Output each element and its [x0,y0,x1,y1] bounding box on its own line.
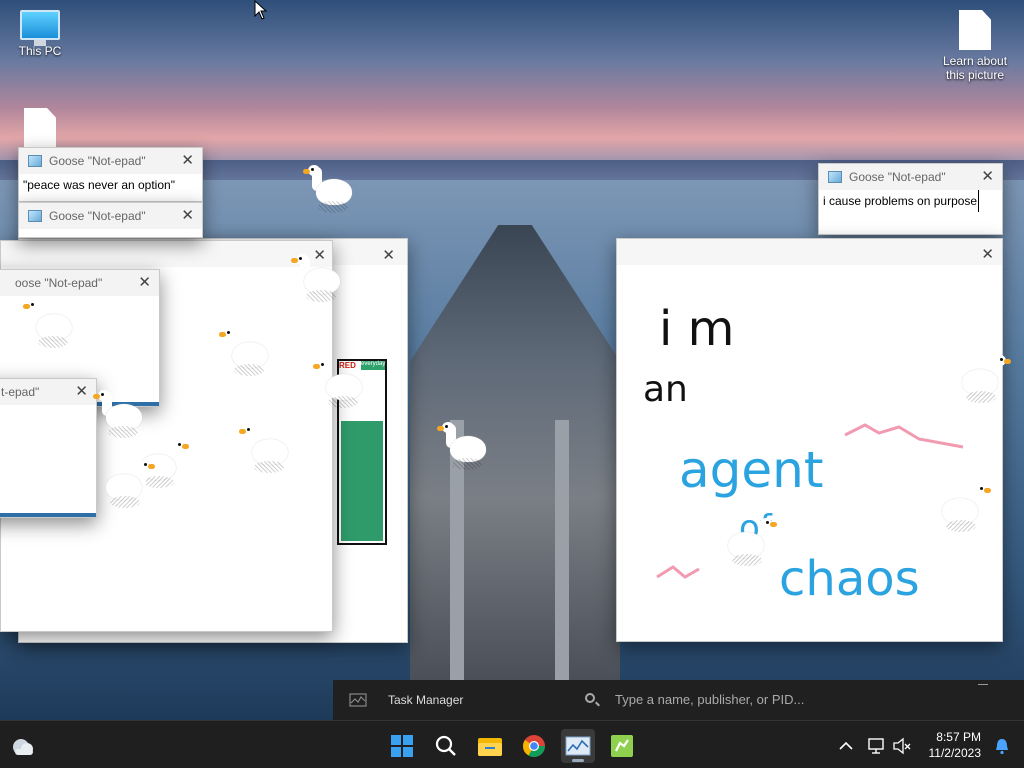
window-titlebar[interactable]: Goose "Not-epad" ✕ [19,148,202,174]
bell-icon [996,739,1008,755]
window-title: Goose "Not-epad" [49,209,146,223]
desktop-icon-this-pc[interactable]: This PC [0,10,80,58]
chevron-up-icon [839,741,853,750]
chrome-icon [523,735,545,757]
drawing-scribble-pink [656,565,700,579]
clock-date: 11/2/2023 [928,746,982,760]
goose-app-icon [611,735,633,757]
notepad-window-2[interactable]: Goose "Not-epad" ✕ [18,202,203,238]
weather-cloud-icon [13,739,33,755]
document-icon [24,108,56,148]
goose-sprite[interactable] [291,254,342,306]
minimize-icon[interactable] [978,684,988,685]
volume-button[interactable] [885,729,919,763]
goose-sprite[interactable] [239,425,290,477]
window-titlebar[interactable]: oose "Not-epad" ✕ [0,270,159,296]
search-icon [585,693,595,703]
notepad-window-3[interactable]: Goose "Not-epad" ✕ i cause problems on p… [818,163,1003,235]
goose-drawing-window[interactable]: ✕ i m an agent of chaos [616,238,1003,642]
window-title: Goose "Not-epad" [849,170,946,184]
comic-illustration [341,421,383,541]
notepad-text[interactable]: i cause problems on purpose [819,190,980,212]
clock-time: 8:57 PM [936,730,981,744]
search-placeholder: Type a name, publisher, or PID... [615,692,805,707]
search-icon [435,735,456,756]
close-icon[interactable]: ✕ [138,270,151,296]
close-icon[interactable]: ✕ [981,164,994,190]
network-icon [868,738,884,754]
goose-sprite[interactable] [437,422,488,474]
volume-muted-icon [893,737,911,755]
close-icon[interactable]: ✕ [181,148,194,174]
window-titlebar[interactable]: Goose "Not-epad" ✕ [819,164,1002,190]
window-title: Goose "Not-epad" [49,154,146,168]
desktop-icon-file[interactable] [0,108,80,152]
close-icon[interactable]: ✕ [181,203,194,229]
task-manager-icon [565,736,591,756]
goose-sprite[interactable] [940,484,991,536]
goose-sprite[interactable] [219,328,270,380]
task-manager-title: Task Manager [388,693,464,707]
taskbar-search-button[interactable] [429,729,463,763]
drawing-line-5: chaos [779,551,920,607]
notifications-button[interactable] [985,729,1019,763]
notepad-window-5[interactable]: t-epad" ✕ [0,378,97,518]
window-titlebar[interactable]: Goose "Not-epad" ✕ [19,203,202,229]
drawing-canvas: i m an agent of chaos [643,301,964,607]
mouse-cursor-icon [254,0,268,20]
goose-sprite[interactable] [104,460,155,512]
notepad-text[interactable]: "peace was never an option" [19,174,202,196]
window-accent-bar [0,513,96,517]
drawing-scribble-pink [844,423,964,449]
window-title: t-epad" [1,385,40,399]
document-icon [959,10,991,50]
task-manager-search-input[interactable]: Type a name, publisher, or PID... [569,687,829,713]
pier-rail [555,420,569,680]
goose-sprite[interactable] [23,300,74,352]
notepad-icon [28,155,42,167]
taskbar-clock[interactable]: 8:57 PM 11/2/2023 [929,729,982,761]
goose-sprite[interactable] [960,355,1011,407]
notepad-icon [28,210,42,222]
drawing-line-1: i m [659,301,734,357]
chrome-button[interactable] [517,729,551,763]
task-manager-window[interactable]: Task Manager Type a name, publisher, or … [333,680,1024,720]
window-titlebar[interactable]: t-epad" ✕ [0,379,96,405]
drawing-line-3: agent [679,441,823,499]
comic-badge-secondary: everyday [361,361,385,370]
close-icon[interactable]: ✕ [981,242,994,268]
notepad-icon [828,171,842,183]
goose-sprite[interactable] [726,518,777,570]
taskbar: 8:57 PM 11/2/2023 [0,720,1024,768]
window-titlebar[interactable]: ✕ [1,241,332,267]
goose-sprite[interactable] [303,165,354,217]
task-manager-taskbar-button[interactable] [561,729,595,763]
show-hidden-icons-button[interactable] [829,729,863,763]
start-button[interactable] [385,729,419,763]
window-titlebar[interactable]: ✕ [617,239,1002,265]
close-icon[interactable]: ✕ [75,379,88,405]
weather-widget-button[interactable] [5,729,39,763]
close-icon[interactable]: ✕ [382,243,395,269]
desktop-icon-learn-about-picture[interactable]: Learn about this picture [934,10,1016,82]
goose-sprite[interactable] [313,360,364,412]
notepad-window-1[interactable]: Goose "Not-epad" ✕ "peace was never an o… [18,147,203,202]
goose-sprite[interactable] [93,390,144,442]
file-explorer-icon [478,738,502,756]
task-manager-icon [349,693,367,707]
drawing-line-2: an [643,369,688,410]
desktop-icon-label: This PC [18,44,62,58]
start-icon [391,735,413,757]
this-pc-icon [20,10,60,46]
window-title: oose "Not-epad" [15,276,103,290]
goose-app-button[interactable] [605,729,639,763]
file-explorer-button[interactable] [473,729,507,763]
desktop-icon-label: Learn about this picture [942,54,1008,82]
